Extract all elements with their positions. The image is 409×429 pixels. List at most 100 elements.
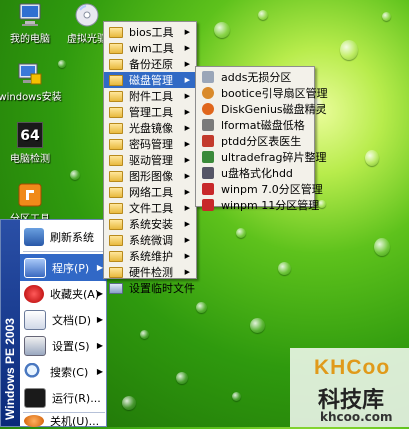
menu-item-label: 驱动管理	[129, 154, 173, 167]
start-item-refresh-system[interactable]: 刷新系统	[20, 223, 107, 250]
windows-install-icon	[17, 60, 43, 86]
folder-icon	[109, 90, 123, 102]
desktop-icon-windows-install[interactable]: windows安装	[0, 60, 62, 103]
folder-icon	[109, 138, 123, 150]
start-menu-sidebar-text: Windows PE 2003	[3, 318, 17, 420]
refresh-icon	[24, 227, 44, 246]
folder-icon	[109, 106, 123, 118]
bootice-icon	[202, 87, 214, 99]
programs-item-disc-image[interactable]: 光盘镜像 ▶	[104, 120, 196, 136]
folder-icon	[109, 170, 123, 182]
programs-item-admin-tools[interactable]: 管理工具 ▶	[104, 104, 196, 120]
winpm-icon	[202, 183, 214, 195]
programs-item-drivers[interactable]: 驱动管理 ▶	[104, 152, 196, 168]
submenu-arrow-icon: ▶	[184, 28, 190, 36]
start-item-favorites[interactable]: 收藏夹(A) ▶	[20, 280, 107, 307]
disk-item-ultradefrag[interactable]: ultradefrag碎片整理	[196, 149, 326, 165]
start-item-programs[interactable]: 程序(P) ▶	[20, 254, 107, 281]
programs-item-bios[interactable]: bios工具 ▶	[104, 24, 196, 40]
start-item-documents[interactable]: 文档(D) ▶	[20, 306, 107, 333]
separator	[23, 251, 105, 252]
search-icon	[24, 362, 44, 381]
menu-item-label: 系统维护	[129, 250, 173, 263]
start-item-run[interactable]: 运行(R)...	[20, 384, 107, 411]
diskgenius-icon	[202, 103, 214, 115]
menu-item-label: winpm 11分区管理	[221, 199, 320, 212]
disk-item-lformat[interactable]: lformat磁盘低格	[196, 117, 314, 133]
pc-check-badge: 64	[20, 128, 40, 144]
partition-tool-icon	[17, 182, 43, 208]
programs-item-accessories[interactable]: 附件工具 ▶	[104, 88, 196, 104]
submenu-arrow-icon: ▶	[96, 367, 103, 376]
programs-item-graphics[interactable]: 图形图像 ▶	[104, 168, 196, 184]
computer-icon	[17, 2, 43, 28]
desktop-icon-my-computer[interactable]: 我的电脑	[0, 2, 62, 45]
submenu-arrow-icon: ▶	[184, 236, 190, 244]
start-item-settings[interactable]: 设置(S) ▶	[20, 332, 107, 359]
submenu-arrow-icon: ▶	[184, 108, 190, 116]
disk-item-winpm7[interactable]: winpm 7.0分区管理	[196, 181, 323, 197]
programs-item-hardware-check[interactable]: 硬件检测 ▶	[104, 264, 196, 280]
water-drop	[214, 22, 230, 38]
programs-item-system-maintenance[interactable]: 系统维护 ▶	[104, 248, 196, 264]
disk-item-bootice[interactable]: bootice引导扇区管理	[196, 85, 328, 101]
desktop: { "desktop": { "icons": [ {"label": "我的电…	[0, 0, 409, 428]
start-item-label: 程序(P)	[52, 261, 90, 275]
start-menu: Windows PE 2003 刷新系统 程序(P) ▶ 收藏夹(A) ▶ 文档…	[0, 219, 107, 428]
programs-item-system-install[interactable]: 系统安装 ▶	[104, 216, 196, 232]
menu-item-label: adds无损分区	[221, 71, 292, 84]
water-drop	[140, 330, 149, 339]
programs-item-password[interactable]: 密码管理 ▶	[104, 136, 196, 152]
programs-item-backup[interactable]: 备份还原 ▶	[104, 56, 196, 72]
disk-item-adds[interactable]: adds无损分区	[196, 69, 314, 85]
menu-item-label: 磁盘管理	[129, 74, 173, 87]
submenu-arrow-icon: ▶	[184, 220, 190, 228]
start-item-label: 运行(R)...	[52, 391, 101, 405]
start-item-search[interactable]: 搜索(C) ▶	[20, 358, 107, 385]
pc-check-icon: 64	[17, 122, 43, 148]
start-item-label: 搜索(C)	[50, 365, 89, 379]
start-menu-sidebar: Windows PE 2003	[1, 220, 20, 426]
submenu-arrow-icon: ▶	[184, 44, 190, 52]
programs-item-system-tweak[interactable]: 系统微调 ▶	[104, 232, 196, 248]
watermark-brand: KHCoo	[314, 356, 391, 379]
submenu-arrow-icon: ▶	[184, 172, 190, 180]
programs-icon	[24, 257, 46, 278]
submenu-arrow-icon: ▶	[96, 289, 103, 298]
water-drop	[176, 372, 188, 384]
menu-item-label: 密码管理	[129, 138, 173, 151]
folder-icon	[109, 186, 123, 198]
submenu-arrow-icon: ▶	[184, 60, 190, 68]
water-drop	[122, 396, 136, 410]
water-drop	[382, 12, 391, 21]
desktop-icon-pc-check[interactable]: 64 电脑检测	[0, 122, 62, 165]
disk-item-usb-format[interactable]: u盘格式化hdd	[196, 165, 314, 181]
submenu-arrow-icon: ▶	[184, 76, 190, 84]
water-drop	[236, 228, 246, 238]
menu-item-label: 附件工具	[129, 90, 173, 103]
menu-item-label: 硬件检测	[129, 266, 173, 279]
programs-item-temp-files[interactable]: 设置临时文件	[104, 280, 196, 296]
programs-item-wim[interactable]: wim工具 ▶	[104, 40, 196, 56]
folder-icon	[109, 250, 123, 262]
run-icon	[24, 387, 46, 408]
documents-icon	[24, 309, 46, 330]
water-drop	[250, 318, 265, 333]
disk-item-diskgenius[interactable]: DiskGenius磁盘精灵	[196, 101, 327, 117]
usb-format-icon	[202, 167, 214, 179]
settings-icon	[24, 335, 46, 356]
programs-menu: bios工具 ▶ wim工具 ▶ 备份还原 ▶ 磁盘管理 ▶ 附件工具 ▶ 管理工具 ▶ 光…	[103, 21, 197, 295]
submenu-arrow-icon: ▶	[184, 204, 190, 212]
programs-item-network[interactable]: 网络工具 ▶	[104, 184, 196, 200]
folder-icon	[109, 122, 123, 134]
disk-item-ptdd[interactable]: ptdd分区表医生	[196, 133, 314, 149]
start-item-shutdown[interactable]: 关机(U)...	[20, 414, 107, 428]
disk-item-winpm11[interactable]: winpm 11分区管理	[196, 197, 319, 213]
ultradefrag-icon	[202, 151, 214, 163]
menu-item-label: 光盘镜像	[129, 122, 173, 135]
menu-item-label: bootice引导扇区管理	[221, 87, 328, 100]
submenu-arrow-icon: ▶	[184, 188, 190, 196]
submenu-arrow-icon: ▶	[184, 156, 190, 164]
programs-item-file-tools[interactable]: 文件工具 ▶	[104, 200, 196, 216]
programs-item-disk-management[interactable]: 磁盘管理 ▶	[104, 72, 196, 88]
